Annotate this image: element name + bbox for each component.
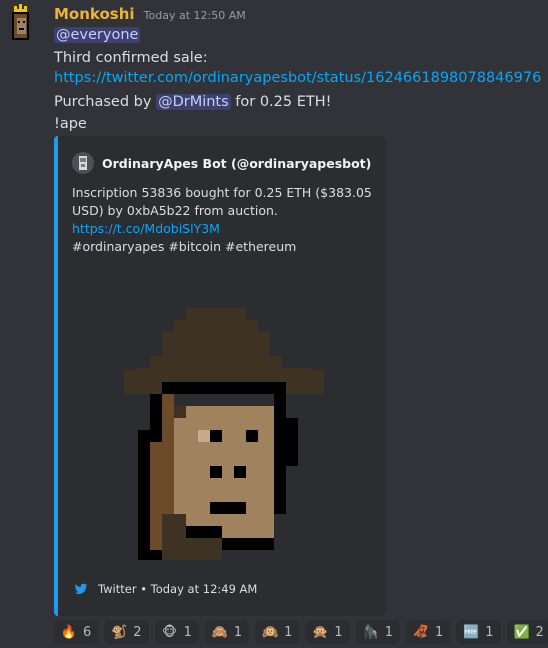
embed-footer-text: Twitter • Today at 12:49 AM — [98, 582, 258, 596]
message-line: Third confirmed sale: — [54, 50, 208, 66]
reaction-monkey[interactable]: 🐒 2 — [104, 620, 149, 644]
message-line: https://twitter.com/ordinaryapesbot/stat… — [54, 68, 541, 88]
embed-author: OrdinaryApes Bot (@ordinaryapesbot) — [72, 152, 371, 174]
reaction-hear-no-evil[interactable]: 🙉 1 — [255, 620, 300, 644]
reaction-count: 1 — [334, 624, 343, 640]
reaction-ape[interactable]: 🦍 1 — [355, 620, 400, 644]
pixel-ape-avatar-icon — [12, 4, 29, 40]
embed-ape-image[interactable] — [124, 308, 324, 570]
message-line: !ape — [54, 116, 87, 132]
speak-no-evil-monkey-icon: 🙊 — [312, 624, 329, 640]
check-mark-icon: ✅ — [513, 624, 530, 640]
twitter-embed: OrdinaryApes Bot (@ordinaryapesbot) Insc… — [54, 136, 386, 616]
purchased-prefix: Purchased by — [54, 94, 157, 110]
reaction-count: 1 — [284, 624, 293, 640]
message-header: Monkoshi Today at 12:50 AM — [54, 4, 246, 23]
avatar[interactable] — [4, 4, 38, 44]
orangutan-icon: 🦧 — [412, 624, 430, 640]
reaction-speak-no-evil[interactable]: 🙊 1 — [305, 620, 350, 644]
embed-footer: Twitter • Today at 12:49 AM — [74, 582, 257, 596]
reaction-see-no-evil[interactable]: 🙈 1 — [204, 620, 250, 644]
ape-custom-icon: 🦍 — [362, 624, 379, 640]
reaction-monkey-face[interactable]: 🐵 1 — [154, 620, 199, 644]
mention-user[interactable]: @DrMints — [156, 94, 231, 110]
reaction-count: 6 — [83, 624, 92, 640]
reactions-bar: 🔥 6 🐒 2 🐵 1 🙈 1 🙉 1 🙊 1 🦍 1 🦧 1 🆓 1 ✅ 2 — [54, 620, 548, 644]
embed-desc-line: USD) by 0xbA5b22 from auction. — [72, 203, 278, 218]
hear-no-evil-monkey-icon: 🙉 — [262, 624, 279, 640]
reaction-fire[interactable]: 🔥 6 — [54, 620, 99, 644]
reaction-free[interactable]: 🆓 1 — [456, 620, 501, 644]
reaction-orangutan[interactable]: 🦧 1 — [405, 620, 451, 644]
free-icon: 🆓 — [463, 624, 480, 640]
author-avatar-icon — [72, 152, 94, 174]
reaction-count: 1 — [384, 624, 393, 640]
embed-hashtags: #ordinaryapes #bitcoin #ethereum — [72, 239, 297, 254]
embed-author-name[interactable]: OrdinaryApes Bot (@ordinaryapesbot) — [102, 156, 371, 171]
purchased-suffix: for 0.25 ETH! — [230, 94, 332, 110]
monkey-face-icon: 🐵 — [162, 624, 178, 640]
message-line: @everyone — [54, 25, 141, 45]
reaction-count: 1 — [183, 624, 192, 640]
embed-description: Inscription 53836 bought for 0.25 ETH ($… — [72, 184, 372, 256]
embed-desc-line: Inscription 53836 bought for 0.25 ETH ($… — [72, 185, 372, 200]
username[interactable]: Monkoshi — [54, 5, 135, 23]
see-no-evil-monkey-icon: 🙈 — [211, 624, 228, 640]
monkey-icon: 🐒 — [111, 624, 128, 640]
mention-everyone[interactable]: @everyone — [54, 27, 141, 43]
reaction-count: 1 — [434, 624, 444, 640]
message-line: Purchased by @DrMints for 0.25 ETH! — [54, 92, 331, 112]
fire-icon: 🔥 — [60, 624, 78, 640]
reaction-check[interactable]: ✅ 2 — [506, 620, 548, 644]
twitter-icon — [74, 583, 88, 595]
message-timestamp[interactable]: Today at 12:50 AM — [144, 9, 246, 22]
reaction-count: 1 — [485, 624, 494, 640]
embed-desc-link[interactable]: https://t.co/MdobiSlY3M — [72, 220, 372, 238]
reaction-count: 2 — [535, 624, 544, 640]
tweet-link[interactable]: https://twitter.com/ordinaryapesbot/stat… — [54, 70, 541, 86]
reaction-count: 2 — [133, 624, 142, 640]
pixel-ape-image — [124, 308, 324, 560]
reaction-count: 1 — [233, 624, 243, 640]
